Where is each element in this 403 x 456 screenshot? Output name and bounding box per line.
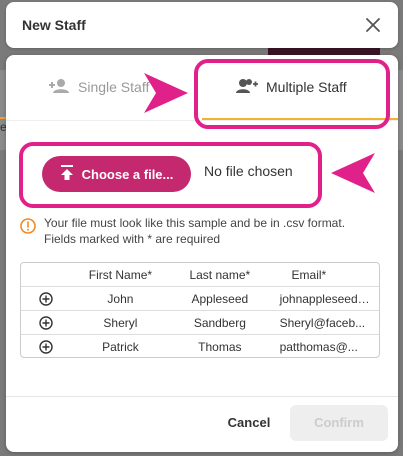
- footer-divider: [6, 396, 398, 397]
- cell-last-name: Appleseed: [191, 291, 249, 306]
- column-header: Last name*: [189, 267, 251, 282]
- pointer-arrow-icon: [329, 151, 377, 200]
- add-row-icon[interactable]: [21, 291, 71, 306]
- new-staff-dialog: Single Staff Multiple Staff Choose a fil…: [6, 55, 398, 452]
- confirm-button[interactable]: Confirm: [290, 405, 388, 441]
- cancel-button[interactable]: Cancel: [218, 407, 280, 439]
- cell-last-name: Sandberg: [193, 315, 246, 330]
- highlight-box-tab: [194, 59, 390, 129]
- table-header-row: First Name* Last name* Email*: [21, 263, 379, 287]
- warning-icon: [20, 218, 36, 247]
- info-line-2: Fields marked with * are required: [44, 232, 221, 246]
- pointer-arrow-icon: [142, 71, 190, 120]
- format-info: Your file must look like this sample and…: [20, 215, 380, 247]
- cell-first-name: Patrick: [102, 340, 139, 354]
- table-row: Sheryl Sandberg Sheryl@faceb...: [21, 311, 379, 335]
- cell-first-name: Sheryl: [103, 315, 138, 330]
- choose-file-button[interactable]: Choose a file...: [42, 156, 191, 192]
- add-row-icon[interactable]: [21, 340, 71, 354]
- table-row: Patrick Thomas patthomas@...: [21, 335, 379, 357]
- column-header: Email*: [291, 267, 327, 282]
- sample-table: First Name* Last name* Email* John Apple…: [20, 262, 380, 358]
- tab-single-staff[interactable]: Single Staff: [48, 65, 149, 109]
- dialog-title: New Staff: [22, 17, 86, 33]
- choose-file-label: Choose a file...: [81, 166, 174, 182]
- upload-icon: [60, 164, 74, 184]
- add-person-icon: [48, 78, 70, 97]
- cell-email: johnappleseed@...: [279, 291, 379, 306]
- close-icon[interactable]: [364, 16, 382, 34]
- info-line-1: Your file must look like this sample and…: [44, 216, 346, 230]
- column-header: First Name*: [88, 267, 153, 282]
- info-text: Your file must look like this sample and…: [44, 215, 345, 247]
- dialog-header: New Staff: [6, 2, 398, 48]
- add-row-icon[interactable]: [21, 315, 71, 330]
- cell-email: patthomas@...: [279, 340, 358, 354]
- tab-single-label: Single Staff: [78, 79, 150, 95]
- cell-email: Sheryl@faceb...: [279, 315, 366, 330]
- cell-last-name: Thomas: [198, 340, 242, 354]
- table-row: John Appleseed johnappleseed@...: [21, 287, 379, 311]
- cell-first-name: John: [107, 291, 134, 306]
- file-status: No file chosen: [204, 163, 293, 179]
